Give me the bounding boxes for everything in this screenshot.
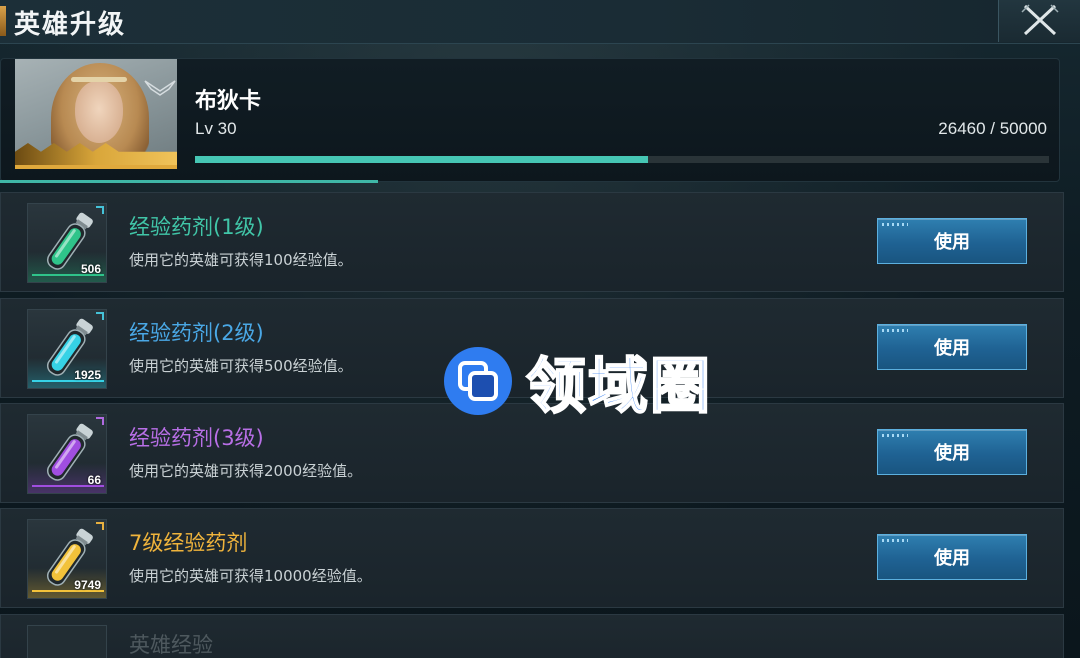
list-item[interactable]: 9749 7级经验药剂 使用它的英雄可获得10000经验值。 使用	[0, 508, 1064, 608]
item-icon[interactable]: 9749	[27, 519, 107, 599]
item-name: 7级经验药剂	[129, 531, 248, 555]
use-button-label: 使用	[934, 443, 970, 464]
portrait-face	[75, 81, 123, 143]
item-name: 英雄经验	[129, 633, 213, 657]
item-count: 66	[87, 473, 101, 487]
watermark-logo-icon	[444, 347, 512, 415]
hero-panel: 布狄卡 Lv 30 26460 / 50000	[0, 58, 1060, 182]
item-icon[interactable]: 1925	[27, 309, 107, 389]
exp-progress-fill	[195, 156, 648, 163]
item-icon	[27, 625, 107, 658]
use-button[interactable]: 使用	[877, 324, 1027, 370]
use-button[interactable]: 使用	[877, 218, 1027, 264]
page-title: 英雄升级	[14, 10, 127, 40]
use-button-label: 使用	[934, 338, 970, 359]
item-description: 使用它的英雄可获得2000经验值。	[129, 462, 363, 480]
hero-portrait[interactable]	[15, 59, 177, 169]
use-button-label: 使用	[934, 232, 970, 253]
hero-exp-value: 26460 / 50000	[938, 119, 1047, 138]
tab-underline	[0, 180, 378, 183]
item-count: 1925	[74, 368, 101, 382]
header-accent	[0, 6, 6, 36]
hero-name: 布狄卡	[195, 88, 262, 114]
item-description: 使用它的英雄可获得100经验值。	[129, 251, 353, 269]
watermark-text: 领域圈	[525, 351, 712, 423]
item-name: 经验药剂(3级)	[129, 426, 264, 450]
list-item[interactable]: 506 经验药剂(1级) 使用它的英雄可获得100经验值。 使用	[0, 192, 1064, 292]
hero-level: Lv 30	[195, 119, 237, 138]
wing-emblem-icon	[144, 80, 176, 96]
item-description: 使用它的英雄可获得10000经验值。	[129, 567, 372, 585]
use-button[interactable]: 使用	[877, 429, 1027, 475]
item-count: 9749	[74, 578, 101, 592]
button-decoration	[882, 223, 908, 226]
item-description: 使用它的英雄可获得500经验值。	[129, 357, 353, 375]
item-name: 经验药剂(2级)	[129, 321, 264, 345]
close-button[interactable]	[998, 0, 1080, 42]
button-decoration	[882, 434, 908, 437]
list-item-partial[interactable]: 英雄经验	[0, 614, 1064, 658]
header-bar: 英雄升级	[0, 0, 1080, 44]
item-icon[interactable]: 66	[27, 414, 107, 494]
exp-progress-bar	[195, 156, 1049, 163]
item-name: 经验药剂(1级)	[129, 215, 264, 239]
item-icon[interactable]: 506	[27, 203, 107, 283]
button-decoration	[882, 539, 908, 542]
item-count: 506	[80, 262, 101, 276]
use-button[interactable]: 使用	[877, 534, 1027, 580]
portrait-circlet	[71, 77, 127, 82]
watermark: 领域圈	[440, 345, 712, 423]
button-decoration	[882, 329, 908, 332]
use-button-label: 使用	[934, 548, 970, 569]
close-icon	[1021, 4, 1059, 36]
